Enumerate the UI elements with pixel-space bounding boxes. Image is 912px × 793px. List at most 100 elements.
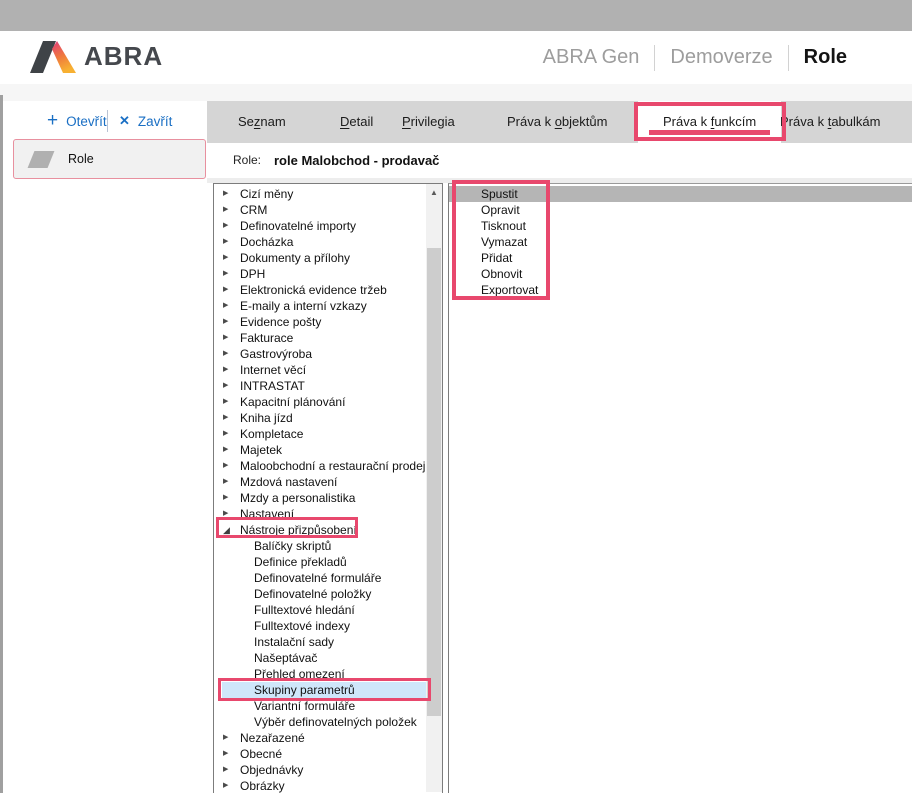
tab-seznam[interactable]: Seznam [238, 101, 286, 143]
tree-item-majetek[interactable]: ▶Majetek [214, 442, 426, 458]
tree-collapsed-icon[interactable]: ▶ [223, 458, 237, 474]
tree-item-cizi-meny[interactable]: ▶Cizí měny [214, 186, 426, 202]
tree-item-kapacitni-planovani[interactable]: ▶Kapacitní plánování [214, 394, 426, 410]
tree-collapsed-icon[interactable]: ▶ [223, 330, 237, 346]
scrollbar-thumb[interactable] [427, 248, 441, 716]
tree-collapsed-icon[interactable]: ▶ [223, 490, 237, 506]
tree-item-fulltextove-indexy[interactable]: Fulltextové indexy [214, 618, 426, 634]
tree-item-obrazky[interactable]: ▶Obrázky [214, 778, 426, 793]
tree-collapsed-icon[interactable]: ▶ [223, 762, 237, 778]
scrollbar-up-arrow-icon[interactable]: ▲ [426, 184, 442, 201]
tree-item-kniha-jizd[interactable]: ▶Kniha jízd [214, 410, 426, 426]
tree-item-label: Objednávky [240, 763, 303, 777]
toolbar-separator [107, 110, 108, 132]
tree-collapsed-icon[interactable]: ▶ [223, 234, 237, 250]
tree-item-label: Fulltextové hledání [254, 603, 355, 617]
tree-item-kompletace[interactable]: ▶Kompletace [214, 426, 426, 442]
tree-expanded-icon[interactable]: ◢ [223, 522, 237, 538]
tab-privilegia[interactable]: Privilegia [402, 101, 455, 143]
function-item-pridat[interactable]: Přidat [449, 250, 912, 266]
tree-item-naseptavac[interactable]: Našeptávač [214, 650, 426, 666]
tree-item-crm[interactable]: ▶CRM [214, 202, 426, 218]
tree-collapsed-icon[interactable]: ▶ [223, 506, 237, 522]
tab-prava-k-tabulkam[interactable]: Práva k tabulkám [780, 101, 880, 143]
tree-collapsed-icon[interactable]: ▶ [223, 394, 237, 410]
function-item-tisknout[interactable]: Tisknout [449, 218, 912, 234]
tree-item-nastroje-prizpusobeni[interactable]: ◢Nástroje přizpůsobení [214, 522, 426, 538]
tree-collapsed-icon[interactable]: ▶ [223, 298, 237, 314]
tree-item-mzdova-nastaveni[interactable]: ▶Mzdová nastavení [214, 474, 426, 490]
tree-collapsed-icon[interactable]: ▶ [223, 346, 237, 362]
window-top-strip [0, 0, 912, 31]
tree-item-e-maily-a-interni-vzkazy[interactable]: ▶E-maily a interní vzkazy [214, 298, 426, 314]
tree-scrollbar[interactable]: ▲ [426, 184, 442, 792]
tree-item-vyber-definovatelnych-polozek[interactable]: Výběr definovatelných položek [214, 714, 426, 730]
tree-collapsed-icon[interactable]: ▶ [223, 426, 237, 442]
tree-item-nezarazene[interactable]: ▶Nezařazené [214, 730, 426, 746]
tree-collapsed-icon[interactable]: ▶ [223, 474, 237, 490]
tree-item-prehled-omezeni[interactable]: Přehled omezení [214, 666, 426, 682]
tree-collapsed-icon[interactable]: ▶ [223, 442, 237, 458]
tree-item-dochazka[interactable]: ▶Docházka [214, 234, 426, 250]
tree-collapsed-icon[interactable]: ▶ [223, 250, 237, 266]
open-agenda-label: Otevřít [66, 114, 107, 129]
close-agenda-button[interactable]: ✕ Zavřít [119, 107, 172, 135]
function-item-vymazat[interactable]: Vymazat [449, 234, 912, 250]
tree-item-balicky-skriptu[interactable]: Balíčky skriptů [214, 538, 426, 554]
tree-item-fakturace[interactable]: ▶Fakturace [214, 330, 426, 346]
tree-item-dph[interactable]: ▶DPH [214, 266, 426, 282]
tab-bar: Seznam Detail Privilegia Práva k objektům Pr… [207, 101, 912, 143]
tree-collapsed-icon[interactable]: ▶ [223, 186, 237, 202]
tree-item-definice-prekladu[interactable]: Definice překladů [214, 554, 426, 570]
function-item-obnovit[interactable]: Obnovit [449, 266, 912, 282]
tree-item-label: Kniha jízd [240, 411, 293, 425]
tree-item-elektronicka-evidence-trzeb[interactable]: ▶Elektronická evidence tržeb [214, 282, 426, 298]
tree-collapsed-icon[interactable]: ▶ [223, 266, 237, 282]
tree-item-intrastat[interactable]: ▶INTRASTAT [214, 378, 426, 394]
tree-item-label: Variantní formuláře [254, 699, 355, 713]
tree-item-obecne[interactable]: ▶Obecné [214, 746, 426, 762]
tree-item-internet-veci[interactable]: ▶Internet věcí [214, 362, 426, 378]
tree-item-maloobchodni-a-restauracni-prodej[interactable]: ▶Maloobchodní a restaurační prodej [214, 458, 426, 474]
tree-item-fulltextove-hledani[interactable]: Fulltextové hledání [214, 602, 426, 618]
tree-item-label: Dokumenty a přílohy [240, 251, 350, 265]
tree-collapsed-icon[interactable]: ▶ [223, 362, 237, 378]
tree-collapsed-icon[interactable]: ▶ [223, 218, 237, 234]
tree-collapsed-icon[interactable]: ▶ [223, 378, 237, 394]
tab-prava-k-funkcim[interactable]: Práva k funkcím [663, 101, 756, 143]
tab-detail[interactable]: Detail [340, 101, 373, 143]
open-agenda-button[interactable]: + Otevřít [47, 107, 107, 135]
tree-item-definovatelne-polozky[interactable]: Definovatelné položky [214, 586, 426, 602]
tree-collapsed-icon[interactable]: ▶ [223, 746, 237, 762]
agenda-parallelogram-icon [28, 151, 55, 168]
app-header: ABRA ABRA Gen Demoverze Role [0, 31, 912, 84]
tree-item-objednavky[interactable]: ▶Objednávky [214, 762, 426, 778]
breadcrumb-separator [654, 45, 655, 71]
tree-collapsed-icon[interactable]: ▶ [223, 314, 237, 330]
tree-collapsed-icon[interactable]: ▶ [223, 202, 237, 218]
tree-item-definovatelne-formulare[interactable]: Definovatelné formuláře [214, 570, 426, 586]
tree-item-label: Fakturace [240, 331, 293, 345]
tab-prava-k-objektum[interactable]: Práva k objektům [507, 101, 607, 143]
sidebar-item-role[interactable]: Role [13, 139, 206, 179]
function-item-exportovat[interactable]: Exportovat [449, 282, 912, 298]
tree-item-label: Nástroje přizpůsobení [240, 523, 357, 537]
function-item-opravit[interactable]: Opravit [449, 202, 912, 218]
tree-collapsed-icon[interactable]: ▶ [223, 282, 237, 298]
tree-collapsed-icon[interactable]: ▶ [223, 778, 237, 793]
tree-item-instalacni-sady[interactable]: Instalační sady [214, 634, 426, 650]
tree-collapsed-icon[interactable]: ▶ [223, 730, 237, 746]
tree-item-nastaveni[interactable]: ▶Nastavení [214, 506, 426, 522]
tree-item-evidence-posty[interactable]: ▶Evidence pošty [214, 314, 426, 330]
tree-item-skupiny-parametru[interactable]: Skupiny parametrů [214, 682, 426, 698]
function-item-spustit[interactable]: Spustit [449, 186, 912, 202]
tree-item-mzdy-a-personalistika[interactable]: ▶Mzdy a personalistika [214, 490, 426, 506]
tree-item-dokumenty-a-prilohy[interactable]: ▶Dokumenty a přílohy [214, 250, 426, 266]
tree-item-gastrovyroba[interactable]: ▶Gastrovýroba [214, 346, 426, 362]
tree-item-label: Obrázky [240, 779, 285, 793]
tree-item-label: Výběr definovatelných položek [254, 715, 417, 729]
tree-collapsed-icon[interactable]: ▶ [223, 410, 237, 426]
tree-item-variantni-formulare[interactable]: Variantní formuláře [214, 698, 426, 714]
plus-icon: + [47, 107, 58, 135]
tree-item-definovatelne-importy[interactable]: ▶Definovatelné importy [214, 218, 426, 234]
